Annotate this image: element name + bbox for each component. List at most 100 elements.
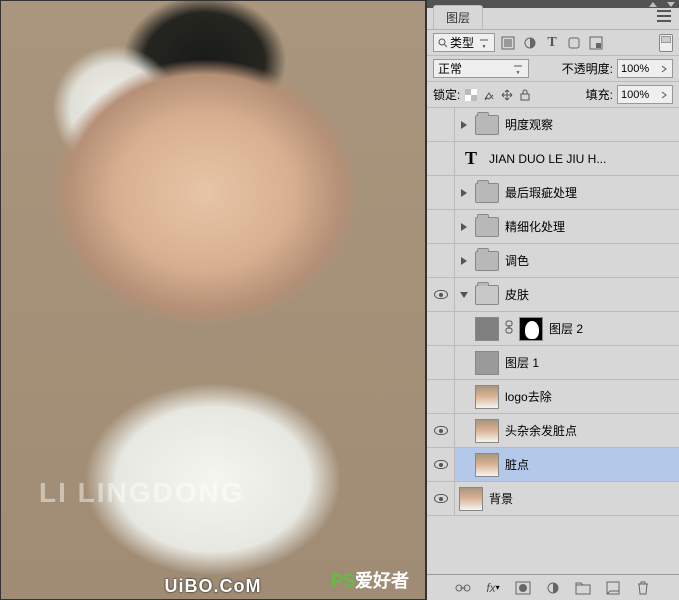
opacity-input[interactable]: 100%: [617, 59, 673, 78]
visibility-toggle[interactable]: [427, 414, 455, 447]
visibility-toggle[interactable]: [427, 482, 455, 515]
layer-row-body: logo去除: [455, 380, 679, 413]
layer-name[interactable]: logo去除: [505, 388, 552, 405]
document-canvas[interactable]: LI LINGDONG PS爱好者 UiBO.CoM: [0, 0, 426, 600]
site-watermark: PS爱好者: [331, 567, 409, 593]
layer-name[interactable]: 图层 2: [549, 320, 583, 337]
filter-adjustment-layer-icon[interactable]: [521, 34, 539, 52]
filter-type-label: 类型: [450, 34, 474, 51]
dropdown-icon: [478, 37, 490, 49]
layer-row-body: 精细化处理: [455, 210, 679, 243]
blend-mode-value: 正常: [438, 60, 462, 77]
visibility-toggle[interactable]: [427, 142, 455, 175]
layer-name[interactable]: 图层 1: [505, 354, 539, 371]
canvas-image: [1, 1, 425, 599]
lock-label: 锁定:: [433, 86, 460, 103]
layer-mask-button[interactable]: [514, 579, 532, 597]
layer-row[interactable]: 头杂余发脏点: [427, 414, 679, 448]
link-mask-icon[interactable]: [505, 320, 513, 337]
layer-row[interactable]: 图层 1: [427, 346, 679, 380]
visibility-toggle[interactable]: [427, 278, 455, 311]
layer-name[interactable]: 皮肤: [505, 286, 529, 303]
eye-icon: [434, 426, 448, 435]
eye-icon: [434, 460, 448, 469]
visibility-toggle[interactable]: [427, 448, 455, 481]
opacity-label: 不透明度:: [562, 60, 613, 77]
layer-row[interactable]: logo去除: [427, 380, 679, 414]
layer-name[interactable]: 最后瑕疵处理: [505, 184, 577, 201]
twisty-open-icon[interactable]: [459, 290, 469, 300]
filter-pixel-layer-icon[interactable]: [499, 34, 517, 52]
filter-toggle-switch[interactable]: [659, 34, 673, 52]
layer-name[interactable]: 头杂余发脏点: [505, 422, 577, 439]
visibility-toggle[interactable]: [427, 244, 455, 277]
fill-input[interactable]: 100%: [617, 85, 673, 104]
layer-thumbnail[interactable]: [459, 487, 483, 511]
filter-shape-layer-icon[interactable]: [565, 34, 583, 52]
layer-row[interactable]: 调色: [427, 244, 679, 278]
folder-icon: [475, 115, 499, 135]
opacity-value: 100%: [621, 63, 649, 75]
layer-fx-button[interactable]: fx▾: [484, 579, 502, 597]
new-layer-button[interactable]: [604, 579, 622, 597]
layer-name[interactable]: 脏点: [505, 456, 529, 473]
visibility-toggle[interactable]: [427, 346, 455, 379]
twisty-closed-icon[interactable]: [459, 222, 469, 232]
visibility-toggle[interactable]: [427, 176, 455, 209]
layers-panel: 图层 类型 T 正常 不透明度: 100% 锁定:: [426, 0, 679, 600]
twisty-closed-icon[interactable]: [459, 188, 469, 198]
lock-transparent-icon[interactable]: [464, 88, 478, 102]
lock-image-icon[interactable]: [482, 88, 496, 102]
visibility-toggle[interactable]: [427, 380, 455, 413]
layer-name[interactable]: 背景: [489, 490, 513, 507]
layer-row[interactable]: T JIAN DUO LE JIU H...: [427, 142, 679, 176]
layer-row-body: 脏点: [455, 448, 679, 481]
blend-mode-select[interactable]: 正常: [433, 59, 529, 78]
footer-site-url: UiBO.CoM: [165, 576, 262, 597]
layer-name[interactable]: 明度观察: [505, 116, 553, 133]
type-layer-icon: T: [459, 148, 483, 169]
layer-thumbnail[interactable]: [475, 419, 499, 443]
lock-position-icon[interactable]: [500, 88, 514, 102]
layer-thumbnail[interactable]: [475, 453, 499, 477]
tab-layers[interactable]: 图层: [433, 5, 483, 29]
visibility-toggle[interactable]: [427, 108, 455, 141]
layer-row[interactable]: 精细化处理: [427, 210, 679, 244]
adjustment-layer-button[interactable]: [544, 579, 562, 597]
new-group-button[interactable]: [574, 579, 592, 597]
layer-row[interactable]: 明度观察: [427, 108, 679, 142]
link-layers-button[interactable]: [454, 579, 472, 597]
layer-row-body: 最后瑕疵处理: [455, 176, 679, 209]
layer-row-body: 皮肤: [455, 278, 679, 311]
lock-all-icon[interactable]: [518, 88, 532, 102]
panel-menu-button[interactable]: [655, 7, 673, 29]
canvas-watermark: LI LINGDONG: [39, 477, 245, 509]
layer-row[interactable]: 图层 2: [427, 312, 679, 346]
filter-type-select[interactable]: 类型: [433, 33, 495, 52]
twisty-closed-icon[interactable]: [459, 256, 469, 266]
layer-row-body: T JIAN DUO LE JIU H...: [455, 142, 679, 175]
visibility-toggle[interactable]: [427, 210, 455, 243]
filter-smartobject-icon[interactable]: [587, 34, 605, 52]
delete-layer-button[interactable]: [634, 579, 652, 597]
layer-row-body: 明度观察: [455, 108, 679, 141]
layer-thumbnail[interactable]: [475, 385, 499, 409]
layer-name[interactable]: 精细化处理: [505, 218, 565, 235]
layer-thumbnail[interactable]: [475, 351, 499, 375]
layer-row[interactable]: 最后瑕疵处理: [427, 176, 679, 210]
visibility-toggle[interactable]: [427, 312, 455, 345]
filter-type-layer-icon[interactable]: T: [543, 34, 561, 52]
layer-row[interactable]: 皮肤: [427, 278, 679, 312]
folder-icon: [475, 217, 499, 237]
layer-row[interactable]: 脏点: [427, 448, 679, 482]
twisty-closed-icon[interactable]: [459, 120, 469, 130]
layer-name[interactable]: JIAN DUO LE JIU H...: [489, 152, 606, 166]
eye-icon: [434, 494, 448, 503]
layer-filter-row: 类型 T: [427, 30, 679, 56]
folder-icon: [475, 183, 499, 203]
search-icon: [438, 38, 448, 48]
layer-mask-thumbnail[interactable]: [519, 317, 543, 341]
layer-name[interactable]: 调色: [505, 252, 529, 269]
layer-thumbnail[interactable]: [475, 317, 499, 341]
layer-row[interactable]: 背景: [427, 482, 679, 516]
